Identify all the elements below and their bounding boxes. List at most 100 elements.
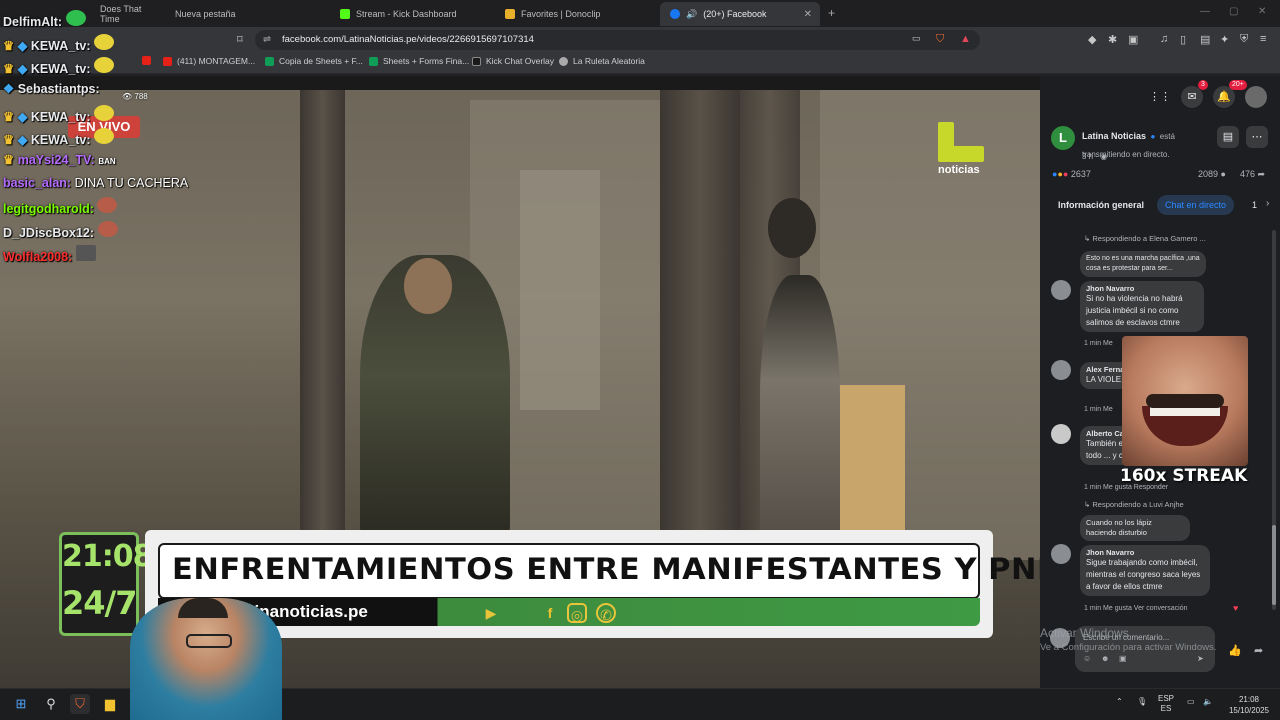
site-info-icon[interactable]: ⇌ <box>263 30 271 50</box>
bookmark-item[interactable]: Kick Chat Overlay <box>472 56 554 66</box>
more-options-icon[interactable]: ⋯ <box>1246 126 1268 148</box>
search-icon[interactable]: ⚲ <box>41 694 61 714</box>
language-indicator[interactable]: ESP ES <box>1158 694 1174 714</box>
close-window-icon[interactable]: ✕ <box>1258 6 1266 17</box>
emoji-icon[interactable]: ☻ <box>1101 654 1109 663</box>
overlay-username: maYsi24_TV: <box>17 153 95 167</box>
commenter-name[interactable]: Jhon Navarro <box>1086 284 1198 293</box>
overlay-username: Wolfla2008: <box>3 250 73 264</box>
commenter-avatar[interactable] <box>1051 424 1071 444</box>
emote-icon <box>75 245 96 261</box>
overlay-username: basic_alan: <box>3 176 72 190</box>
comment-icon: ● <box>1220 169 1226 179</box>
reply-indicator: ↳ Respondiendo a Luvi Anjhe <box>1084 500 1184 509</box>
bookmark-item[interactable]: La Ruleta Aleatoria <box>559 56 645 66</box>
tab-3[interactable]: Favorites | Donoclip <box>495 2 660 26</box>
brave-taskbar-icon[interactable]: ⛉ <box>70 694 90 714</box>
comment-meta[interactable]: 1 min Me gusta Ver conversación <box>1084 605 1188 612</box>
tab-1[interactable]: Nueva pestaña <box>165 2 330 26</box>
speaker-icon: 🔊 <box>686 8 698 19</box>
commenter-avatar[interactable] <box>1051 544 1071 564</box>
wallet-icon[interactable]: ▤ <box>1200 33 1210 46</box>
scrollbar-thumb[interactable] <box>1272 525 1276 605</box>
minimize-icon[interactable]: — <box>1200 6 1210 17</box>
close-tab-icon[interactable]: ✕ <box>804 9 812 20</box>
bookmark-youtube[interactable] <box>142 56 151 65</box>
chevron-right-icon[interactable]: › <box>1266 198 1269 209</box>
file-explorer-icon[interactable]: ▆ <box>100 694 120 714</box>
menu-icon[interactable]: ≡ <box>1260 33 1266 45</box>
comment-meta[interactable]: 1 min Me <box>1084 340 1113 347</box>
facebook-icon <box>670 9 680 19</box>
overlay-username: KEWA_tv: <box>30 39 91 53</box>
extension-icon[interactable]: ◆ <box>1088 33 1096 46</box>
like-icon[interactable]: 👍 <box>1228 644 1242 657</box>
overlay-username: Sebastiantps: <box>17 82 100 96</box>
comment-bubble: Cuando no los lápiz haciendo disturbio <box>1080 515 1190 541</box>
screenshot-icon[interactable]: ▣ <box>1128 33 1138 46</box>
network-icon[interactable]: ▭ <box>1187 697 1195 706</box>
windows-activation-hint: Ve a Configuración para activar Windows. <box>1040 642 1217 653</box>
overlay-chat-line: ❖ Sebastiantps: <box>3 81 100 96</box>
clock-time: 21:08 <box>62 539 154 574</box>
comment-meta[interactable]: 1 min Me <box>1084 406 1113 413</box>
reactions-row[interactable]: ●●● 2637 <box>1052 169 1091 179</box>
new-tab-button[interactable]: + <box>828 6 835 20</box>
avatar-sticker-icon[interactable]: ☺ <box>1083 654 1091 663</box>
system-clock[interactable]: 21:08 15/10/2025 <box>1222 694 1276 716</box>
page-avatar[interactable]: L <box>1051 126 1075 150</box>
tray-chevron-icon[interactable]: ⌃ <box>1116 697 1123 706</box>
tab-live-chat[interactable]: Chat en directo <box>1157 195 1235 215</box>
tab-label: Stream - Kick Dashboard <box>356 9 457 19</box>
share-count[interactable]: 476 ➦ <box>1240 169 1265 180</box>
url-text: facebook.com/LatinaNoticias.pe/videos/22… <box>282 34 534 45</box>
tab-label: Does That Time <box>100 4 142 24</box>
tab-2[interactable]: Stream - Kick Dashboard <box>330 2 495 26</box>
sidebar-icon[interactable]: ▯ <box>1180 33 1186 46</box>
emote-icon <box>94 34 115 50</box>
maximize-icon[interactable]: ▢ <box>1229 6 1238 17</box>
url-input[interactable]: ⇌ facebook.com/LatinaNoticias.pe/videos/… <box>255 30 980 50</box>
music-icon[interactable]: ♫ <box>1160 33 1168 45</box>
apps-grid-icon[interactable]: ⋮⋮ <box>1149 86 1171 108</box>
bookmark-item[interactable]: Sheets + Forms Fina... <box>369 56 469 66</box>
cast-icon[interactable]: ▭ <box>912 33 921 44</box>
commenter-name[interactable]: Jhon Navarro <box>1086 548 1204 557</box>
overlay-chat-line: ♛ ◆ KEWA_tv: <box>3 105 115 124</box>
kick-icon <box>340 9 350 19</box>
bookmark-icon[interactable]: ⌑ <box>237 33 243 46</box>
commenter-avatar[interactable] <box>1051 360 1071 380</box>
ban-tag: BAN <box>98 157 116 166</box>
commenter-avatar[interactable] <box>1051 280 1071 300</box>
emote-icon <box>94 105 115 121</box>
share-icon[interactable]: ➦ <box>1254 644 1263 657</box>
tab-overview[interactable]: Información general <box>1050 195 1152 215</box>
overlay-username: KEWA_tv: <box>30 110 91 124</box>
save-icon[interactable]: ▤ <box>1217 126 1239 148</box>
notifications-badge: 20+ <box>1229 80 1247 90</box>
volume-icon[interactable]: 🔈 <box>1203 697 1213 706</box>
brave-rewards-icon[interactable]: ▲ <box>960 33 971 45</box>
comment-bubble: Jhon Navarro Sigue trabajando como imbéc… <box>1080 545 1210 596</box>
diamond-icon: ◆ <box>17 39 28 53</box>
comment-count[interactable]: 2089 ● <box>1198 169 1226 179</box>
bookmark-item[interactable]: Copia de Sheets + F... <box>265 56 363 66</box>
microphone-icon[interactable]: 🎙 <box>1137 697 1147 706</box>
profile-avatar[interactable] <box>1245 86 1267 108</box>
windows-start-icon[interactable]: ⊞ <box>11 694 31 714</box>
tab-4[interactable]: 🔊 (20+) Facebook ✕ <box>660 2 820 26</box>
vpn-icon[interactable]: ⛨ <box>1240 33 1248 46</box>
leo-icon[interactable]: ✦ <box>1220 33 1229 46</box>
page-name[interactable]: Latina Noticias <box>1082 131 1146 141</box>
puzzle-icon[interactable]: ✱ <box>1108 33 1117 46</box>
gif-icon[interactable]: ▣ <box>1119 654 1127 663</box>
sheets-icon <box>369 56 378 66</box>
kick-overlay-icon <box>472 56 481 66</box>
tab-more[interactable]: 1 <box>1244 195 1265 215</box>
send-icon[interactable]: ➤ <box>1197 654 1204 663</box>
bookmark-item[interactable]: (411) MONTAGEM... <box>163 56 255 66</box>
reply-indicator: ↳ Respondiendo a Elena Gamero ... <box>1084 234 1206 243</box>
brave-shield-icon[interactable]: ⛉ <box>936 33 944 46</box>
eye-icon: 👁 <box>122 92 133 101</box>
overlay-chat-line: Wolfla2008: <box>3 245 96 264</box>
